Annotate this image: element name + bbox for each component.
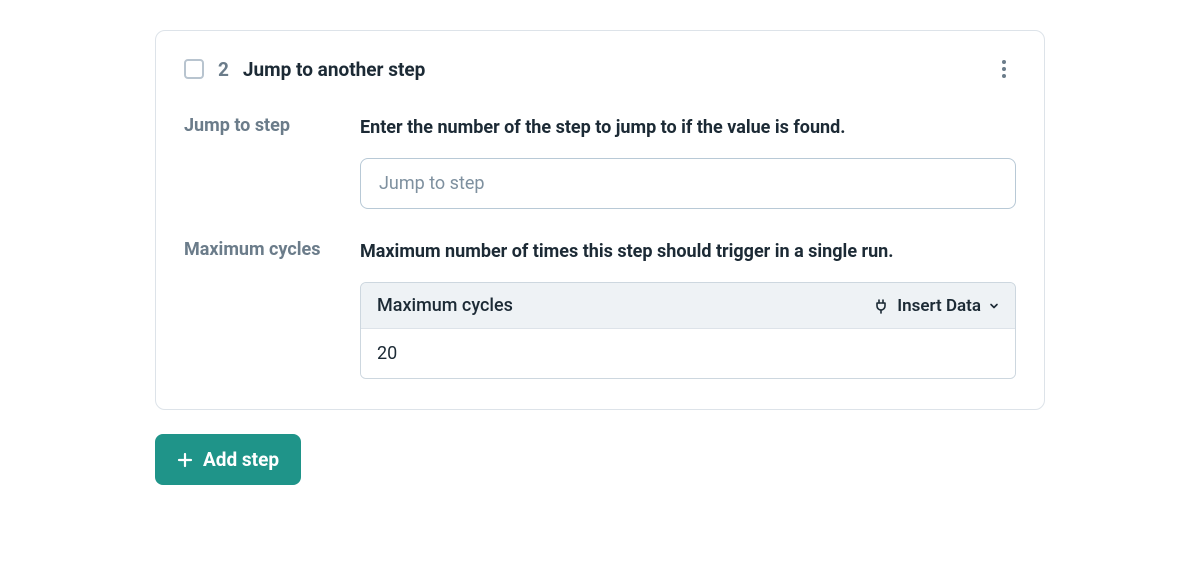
maximum-cycles-header-label: Maximum cycles (377, 295, 513, 316)
maximum-cycles-box: Maximum cycles Insert Data (360, 282, 1016, 379)
maximum-cycles-content: Maximum number of times this step should… (360, 239, 1016, 379)
step-number: 2 (218, 58, 229, 81)
insert-data-label: Insert Data (897, 296, 981, 316)
maximum-cycles-header: Maximum cycles Insert Data (361, 283, 1015, 329)
plus-icon (177, 452, 193, 468)
step-title: Jump to another step (243, 58, 425, 81)
maximum-cycles-field: Maximum cycles Maximum number of times t… (184, 239, 1016, 379)
step-header: 2 Jump to another step (184, 57, 1016, 81)
step-select-checkbox[interactable] (184, 59, 204, 79)
step-header-left: 2 Jump to another step (184, 58, 425, 81)
add-step-button[interactable]: Add step (155, 434, 301, 485)
step-card: 2 Jump to another step Jump to step Ente… (155, 30, 1045, 410)
plug-icon (873, 298, 889, 314)
jump-to-step-input[interactable] (360, 158, 1016, 209)
jump-to-step-label: Jump to step (184, 115, 360, 136)
jump-to-step-description: Enter the number of the step to jump to … (360, 115, 1016, 140)
maximum-cycles-description: Maximum number of times this step should… (360, 239, 1016, 264)
chevron-down-icon (989, 301, 999, 311)
more-options-icon[interactable] (992, 57, 1016, 81)
jump-to-step-content: Enter the number of the step to jump to … (360, 115, 1016, 209)
maximum-cycles-input[interactable] (361, 329, 1015, 378)
insert-data-button[interactable]: Insert Data (873, 296, 999, 316)
jump-to-step-field: Jump to step Enter the number of the ste… (184, 115, 1016, 209)
maximum-cycles-label: Maximum cycles (184, 239, 360, 260)
add-step-label: Add step (203, 448, 279, 471)
